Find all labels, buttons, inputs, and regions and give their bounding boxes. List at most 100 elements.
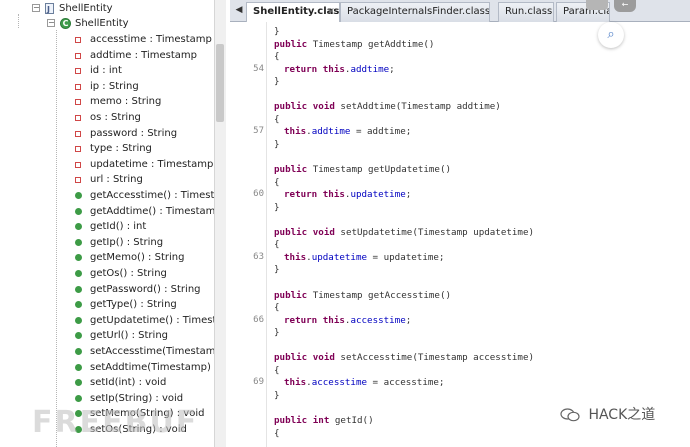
- tree-item-class[interactable]: − C ShellEntity: [0, 16, 226, 31]
- tree-item-field[interactable]: accesstime : Timestamp: [0, 32, 226, 47]
- class-icon: C: [60, 18, 71, 29]
- code-token: public: [274, 289, 308, 301]
- code-token: public: [274, 101, 308, 113]
- tree-item-method[interactable]: getUrl() : String: [0, 328, 226, 343]
- code-line: }: [274, 327, 280, 339]
- tree-item-label: setId(int) : void: [90, 377, 167, 389]
- image-search-icon[interactable]: ⌕: [598, 22, 624, 48]
- code-token: }: [274, 26, 280, 37]
- code-line: {: [274, 114, 280, 126]
- watermark-freebuf: FREEBUF: [32, 405, 199, 440]
- code-token: setAccesstime(Timestamp accesstime): [334, 352, 535, 364]
- tree-item-field[interactable]: id : int: [0, 63, 226, 78]
- code-token: public: [274, 226, 308, 238]
- code-line: this.addtime = addtime;: [284, 126, 411, 138]
- tree-item-field[interactable]: url : String: [0, 172, 226, 187]
- code-line: }: [274, 390, 280, 402]
- tree-item-field[interactable]: type : String: [0, 141, 226, 156]
- code-token: {: [274, 51, 280, 63]
- tree-item-method[interactable]: setIp(String) : void: [0, 391, 226, 406]
- code-token: void: [312, 226, 335, 238]
- method-icon: [75, 379, 82, 387]
- tree-item-method[interactable]: getOs() : String: [0, 266, 226, 281]
- tree-item-field[interactable]: password : String: [0, 126, 226, 141]
- code-token: this: [284, 377, 307, 389]
- tree-item-label: id : int: [90, 65, 122, 77]
- code-token: void: [312, 352, 335, 364]
- watermark-text: HACK之道: [588, 407, 656, 423]
- code-token: {: [274, 176, 280, 188]
- tree-item-method[interactable]: getAddtime() : Timestamp: [0, 204, 226, 219]
- tree-item-label: getIp() : String: [90, 236, 164, 248]
- code-line: {: [274, 177, 280, 189]
- code-line: return this.updatetime;: [284, 189, 411, 201]
- code-token: ;: [405, 314, 412, 326]
- close-icon[interactable]: ×: [327, 3, 335, 21]
- tree-item-field[interactable]: ip : String: [0, 79, 226, 94]
- code-line: }: [274, 26, 280, 38]
- code-token: public: [274, 352, 308, 364]
- code-token: return: [284, 314, 318, 326]
- line-number: 66: [253, 314, 264, 325]
- tree-item-method[interactable]: getUpdatetime() : Timestam: [0, 313, 226, 328]
- method-icon: [75, 207, 82, 215]
- wechat-icon: [560, 408, 580, 422]
- code-token: Timestamp getUpdatetime(): [307, 164, 452, 176]
- code-area[interactable]: } public Timestamp getAddtime(){return th…: [274, 22, 690, 447]
- code-line: }: [274, 264, 280, 276]
- tree-item-label: getPassword() : String: [90, 283, 201, 295]
- tab-run[interactable]: Run.class: [498, 2, 554, 22]
- field-icon: [75, 52, 81, 59]
- tree-item-method[interactable]: getIp() : String: [0, 235, 226, 250]
- tree-item-method[interactable]: getPassword() : String: [0, 282, 226, 297]
- tree-item-file[interactable]: − ShellEntity: [0, 1, 226, 17]
- code-line: return this.accesstime;: [284, 315, 411, 327]
- tree-item-method[interactable]: getId() : int: [0, 219, 226, 234]
- code-token: = accesstime;: [367, 377, 445, 389]
- field-icon: [75, 83, 81, 90]
- code-token: }: [274, 264, 280, 276]
- tree-item-method[interactable]: setId(int) : void: [0, 375, 226, 390]
- code-token: int: [312, 415, 330, 427]
- code-line: {: [274, 365, 280, 377]
- tree-item-method[interactable]: getMemo() : String: [0, 250, 226, 265]
- method-icon: [75, 363, 82, 371]
- method-icon: [75, 285, 82, 293]
- watermark-hack: HACK之道: [560, 404, 655, 426]
- code-token: addtime: [350, 63, 390, 75]
- tree-item-method[interactable]: setAccesstime(Timestamp) :: [0, 344, 226, 359]
- tree-item-field[interactable]: addtime : Timestamp: [0, 48, 226, 63]
- collapse-icon[interactable]: −: [47, 19, 55, 27]
- tree-item-field[interactable]: memo : String: [0, 94, 226, 109]
- tree-scrollbar-thumb[interactable]: [216, 44, 224, 122]
- code-token: ;: [405, 189, 412, 201]
- field-icon: [75, 68, 81, 75]
- code-line: }: [274, 139, 280, 151]
- code-token: {: [274, 302, 280, 314]
- method-icon: [75, 238, 82, 246]
- code-token: this: [284, 251, 307, 263]
- tab-shellentity[interactable]: ShellEntity.class ×: [246, 2, 340, 22]
- tree-item-field[interactable]: updatetime : Timestamp: [0, 157, 226, 172]
- code-line: public Timestamp getAddtime(): [274, 39, 434, 51]
- tree-item-method[interactable]: setAddtime(Timestamp) : vc: [0, 360, 226, 375]
- overlay-tab[interactable]: [586, 0, 608, 10]
- tree-item-label: setAccesstime(Timestamp) :: [90, 346, 226, 357]
- back-arrow-icon[interactable]: ←: [614, 0, 636, 12]
- code-token: }: [274, 201, 280, 213]
- code-editor: ◀ ShellEntity.class × PackageInternalsFi…: [230, 0, 690, 447]
- tab-packageinternalsfinder[interactable]: PackageInternalsFinder.class: [340, 2, 490, 22]
- code-token: public: [274, 164, 308, 176]
- tree-item-label: password : String: [90, 127, 178, 139]
- field-icon: [75, 161, 81, 168]
- line-number: 69: [253, 377, 264, 388]
- tab-list-arrow-icon[interactable]: ◀: [232, 3, 246, 18]
- tree-item-label: addtime : Timestamp: [90, 49, 197, 61]
- tree-item-method[interactable]: getAccesstime() : Timestam: [0, 188, 226, 203]
- code-token: {: [274, 113, 280, 125]
- tree-item-field[interactable]: os : String: [0, 110, 226, 125]
- collapse-icon[interactable]: −: [32, 4, 40, 12]
- tree-item-label: getAccesstime() : Timestam: [90, 190, 226, 201]
- tree-item-method[interactable]: getType() : String: [0, 297, 226, 312]
- tree-item-label: getUrl() : String: [90, 330, 169, 342]
